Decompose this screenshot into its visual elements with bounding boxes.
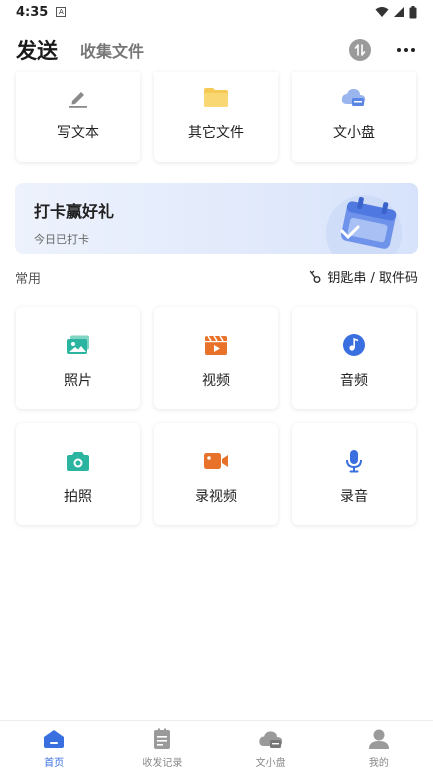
nav-profile[interactable]: 我的 [325, 721, 433, 769]
nav-cloud-disk[interactable]: 文小盘 [217, 721, 325, 769]
nav-label: 文小盘 [255, 758, 286, 769]
nav-label: 我的 [368, 758, 389, 769]
card-label: 其它文件 [188, 125, 244, 141]
card-other-files[interactable]: 其它文件 [154, 72, 278, 162]
video-clapper-icon [204, 333, 228, 357]
key-link-label: 钥匙串 / 取件码 [327, 271, 418, 286]
card-label: 文小盘 [333, 125, 375, 141]
bottom-nav: 首页 收发记录 文小盘 我的 [0, 720, 433, 769]
card-take-photo[interactable]: 拍照 [16, 423, 140, 525]
transfer-button[interactable] [349, 39, 371, 61]
banner-subtitle: 今日已打卡 [34, 233, 89, 246]
card-write-text[interactable]: 写文本 [16, 72, 140, 162]
notification-icon: A [56, 7, 67, 17]
card-label: 拍照 [64, 489, 92, 505]
photo-icon [66, 333, 90, 357]
records-icon [152, 727, 172, 751]
card-label: 音频 [340, 373, 368, 389]
card-label: 录音 [340, 489, 368, 505]
calendar-checkin-icon [326, 195, 402, 254]
microphone-icon [344, 449, 364, 473]
banner-title: 打卡赢好礼 [34, 202, 115, 221]
card-cloud-disk[interactable]: 文小盘 [292, 72, 416, 162]
nav-label: 收发记录 [142, 758, 183, 769]
keychain-pickup-code-link[interactable]: 钥匙串 / 取件码 [309, 267, 418, 286]
tab-collect-files[interactable]: 收集文件 [80, 38, 144, 62]
more-dot-icon [397, 48, 401, 52]
section-common-label: 常用 [15, 272, 42, 287]
key-icon [310, 270, 321, 283]
signal-icon [394, 7, 404, 17]
card-audio[interactable]: 音频 [292, 307, 416, 409]
card-label: 照片 [64, 373, 92, 389]
status-time: 4:35 [16, 4, 49, 20]
card-photo[interactable]: 照片 [16, 307, 140, 409]
card-label: 视频 [202, 373, 230, 389]
transfer-arrows-icon [354, 44, 366, 56]
tab-send[interactable]: 发送 [16, 35, 58, 65]
camera-icon [66, 449, 90, 473]
battery-icon [409, 5, 417, 18]
card-label: 写文本 [57, 125, 99, 141]
nav-home[interactable]: 首页 [0, 721, 108, 769]
cloud-disk-icon [340, 84, 368, 110]
card-record-audio[interactable]: 录音 [292, 423, 416, 525]
pencil-icon [66, 84, 90, 110]
cloud-disk-icon [258, 727, 284, 751]
card-label: 录视频 [195, 489, 237, 505]
wifi-icon [375, 7, 389, 17]
status-indicators [375, 5, 417, 19]
card-video[interactable]: 视频 [154, 307, 278, 409]
folder-icon [203, 84, 229, 110]
more-options-button[interactable] [395, 39, 417, 61]
header: 发送 收集文件 [0, 28, 433, 72]
checkin-banner[interactable]: 打卡赢好礼 今日已打卡 [15, 183, 418, 254]
home-icon [43, 727, 65, 751]
nav-label: 首页 [44, 758, 65, 769]
video-camera-icon [203, 449, 229, 473]
card-record-video[interactable]: 录视频 [154, 423, 278, 525]
profile-icon [368, 727, 390, 751]
music-disc-icon [342, 333, 366, 357]
status-bar: 4:35 A [0, 0, 433, 24]
nav-records[interactable]: 收发记录 [108, 721, 216, 769]
